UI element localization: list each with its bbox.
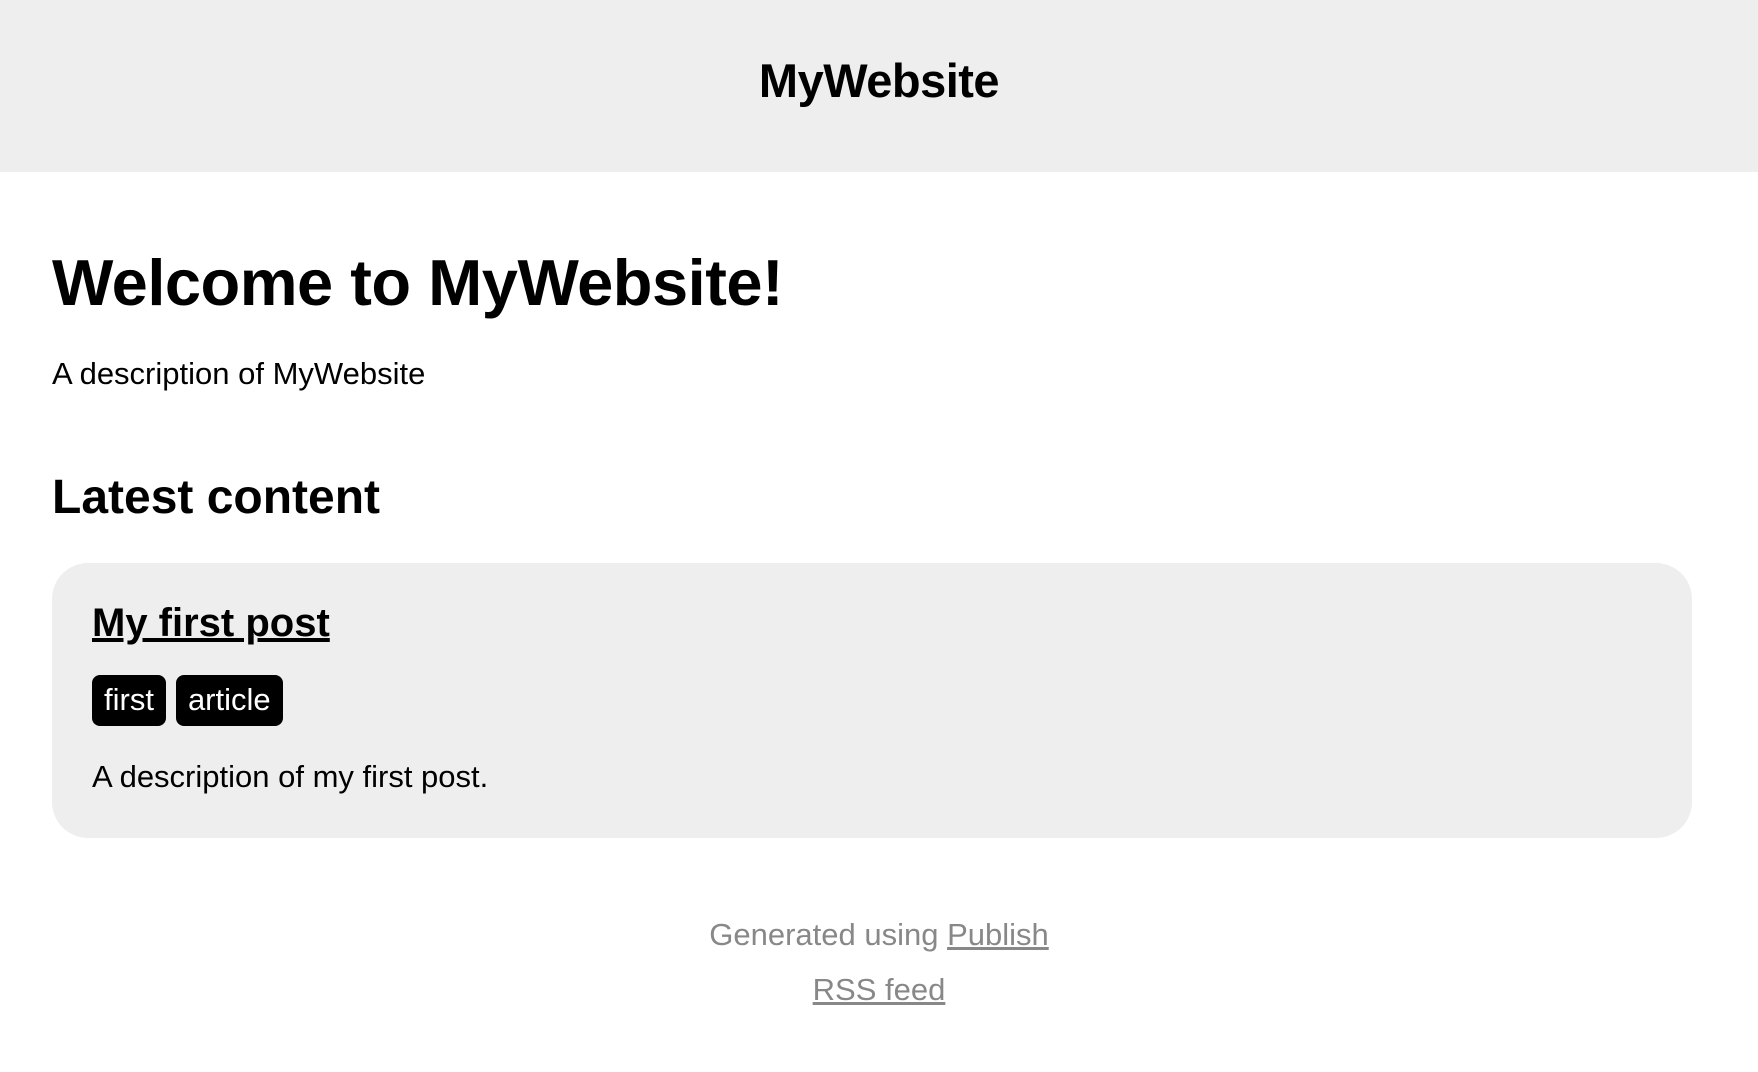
site-title-link[interactable]: MyWebsite <box>759 53 1000 108</box>
post-title-link[interactable]: My first post <box>92 599 330 647</box>
post-card: My first post first article A descriptio… <box>52 563 1692 839</box>
site-description: A description of MyWebsite <box>52 355 426 391</box>
generated-text: Generated using <box>709 917 948 953</box>
latest-content-heading: Latest content <box>52 470 381 524</box>
tag-article[interactable]: article <box>175 675 283 727</box>
site-footer: Generated using Publish RSS feed <box>52 916 1706 1008</box>
tag-list: first article <box>92 675 1652 727</box>
rss-feed-link[interactable]: RSS feed <box>813 972 946 1007</box>
tag-first[interactable]: first <box>92 675 166 727</box>
publish-link[interactable]: Publish <box>947 917 1049 952</box>
welcome-heading: Welcome to MyWebsite! <box>52 246 784 319</box>
site-header: MyWebsite <box>0 0 1758 172</box>
post-description: A description of my first post. <box>92 759 489 795</box>
generated-line: Generated using Publish <box>52 916 1706 953</box>
main-content: Welcome to MyWebsite! A description of M… <box>0 172 1758 1009</box>
rss-line: RSS feed <box>52 971 1706 1008</box>
